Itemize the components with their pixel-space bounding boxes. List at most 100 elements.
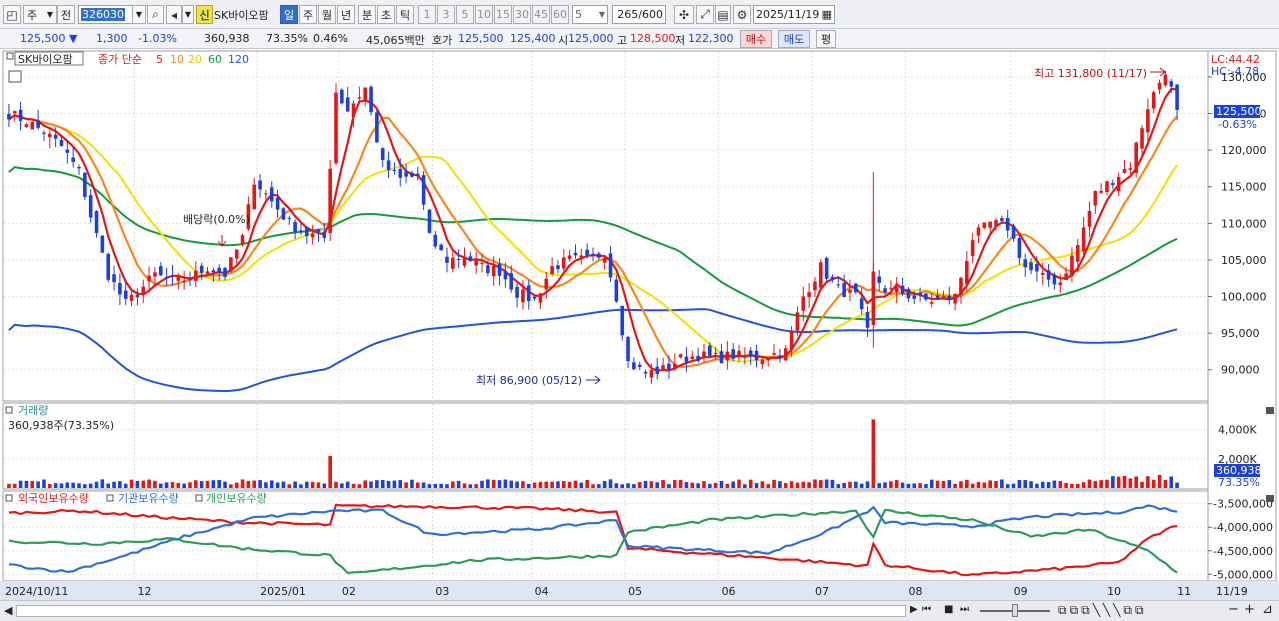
evaluate-button[interactable]: 평 [816,30,836,48]
interval-10-button[interactable]: 10 [475,5,493,24]
chevron-down-icon[interactable]: ▼ [182,5,194,24]
scroll-left-icon[interactable]: ◀ [4,604,12,617]
interval-15-button[interactable]: 15 [494,5,512,24]
calc-icon[interactable] [8,70,22,83]
gear-icon[interactable]: ⚙ [733,5,751,24]
interval-45-button[interactable]: 45 [532,5,550,24]
volume-bar [170,482,175,488]
period-day-button[interactable]: 일 [280,5,298,24]
panel-close-icon[interactable] [1266,495,1274,502]
candle-body [398,168,403,178]
chart-scrollbar[interactable]: ◀ ▶ ⏮ ■ ⏭ ⧉⧉⧉╲╲╲⧉⧉ − + ⊿ [0,600,1279,621]
bar-count-input[interactable]: 265/600 [612,5,666,24]
volume-bar [737,479,741,488]
volume-bar [544,481,549,488]
candle-body [912,295,917,299]
interval-5-button[interactable]: 5 [456,5,474,24]
draw-tool-icon[interactable]: ⤢ [696,5,714,24]
interval-3-button[interactable]: 3 [437,5,455,24]
period-type-select[interactable]: 주 ▼ [23,5,57,24]
candle-body [141,286,146,296]
volume-bar [445,484,449,488]
legend-institution-holdings: 기관보유수량 [118,492,179,505]
fit-icon[interactable]: ⊿ [1262,602,1273,617]
candle-body [883,288,887,293]
candle-body [737,350,741,358]
zoom-slider-handle[interactable] [1012,604,1018,617]
buy-button[interactable]: 매수 [740,30,772,48]
interval-1-button[interactable]: 1 [418,5,436,24]
volume-value: 360,938 [204,32,250,45]
volume-bar [801,481,806,488]
stock-code-input[interactable]: 326030 [78,5,140,24]
volume-bar [503,479,508,488]
jump-end-icon[interactable]: ⏭ [960,604,969,615]
volume-bar [199,481,204,488]
scroll-track[interactable] [16,605,906,617]
period-second-button[interactable]: 초 [377,5,395,24]
volume-bar [807,482,811,488]
panel-close-icon[interactable] [1266,407,1274,414]
open-price: 125,000 [568,32,614,45]
volume-bar [532,482,537,488]
volume-bar [608,479,613,488]
candle-body [480,262,484,264]
candle-body [1157,82,1162,90]
search-icon[interactable]: ⌕ [147,5,164,24]
crosshair-icon[interactable]: ✣ [674,5,694,24]
chevron-down-icon[interactable]: ▼ [132,5,146,24]
candle-body [1163,74,1168,86]
candle-body [994,220,998,227]
zoom-out-icon[interactable]: − [1228,602,1239,617]
candle-body [1058,282,1063,286]
volume-bar [1070,483,1074,488]
speaker-icon[interactable]: ◂ [166,5,182,24]
candle-body [491,265,496,277]
volume-bar [77,483,81,488]
volume-bar [252,480,257,488]
volume-value-label: 360,938주(73.35%) [8,419,114,432]
price-y-tick-label: 120,000 [1221,144,1267,157]
holdings-y-tick-label: -5,000,000 [1213,568,1273,581]
interval-60-button[interactable]: 60 [551,5,569,24]
save-icon[interactable]: ▤ [715,5,731,24]
period-week-button[interactable]: 주 [299,5,317,24]
period-minute-button[interactable]: 분 [358,5,376,24]
volume-bar [1157,474,1162,488]
volume-bar [275,482,280,488]
window-menu-icon[interactable]: ◰ [3,5,21,24]
candle-body [1064,273,1068,280]
volume-bar [53,483,58,488]
volume-bar [491,479,496,488]
volume-bar [585,479,589,488]
volume-bar [1000,479,1004,488]
prev-button[interactable]: 전 [57,5,75,24]
volume-bar [965,479,969,488]
date-input[interactable]: 2025/11/19 ▦ [753,5,835,24]
volume-bar [1151,479,1156,488]
period-year-button[interactable]: 년 [337,5,355,24]
volume-bar [188,482,192,488]
candle-body [88,195,93,218]
volume-bar [123,483,128,488]
period-tick-button[interactable]: 틱 [396,5,414,24]
period-month-button[interactable]: 월 [318,5,336,24]
jump-start-icon[interactable]: ⏮ [922,604,931,615]
tool-icons[interactable]: ⧉⧉⧉╲╲╲⧉⧉ [1058,603,1147,618]
stop-icon[interactable]: ■ [944,604,953,615]
quote-bar: 125,500 ▼ 1,300 -1.03% 360,938 73.35% 0.… [0,29,1279,49]
sell-button[interactable]: 매도 [778,30,810,48]
scroll-right-icon[interactable]: ▶ [910,604,918,615]
zoom-in-icon[interactable]: + [1244,602,1255,617]
stock-chart[interactable]: 130,000125,000120,000115,000110,000105,0… [0,49,1279,600]
volume-bar [976,482,981,488]
candle-body [264,193,268,195]
price-y-tick-label: 105,000 [1221,254,1267,267]
interval-select[interactable]: 5 ▼ [572,5,608,24]
candle-body [748,350,753,357]
volume-bar [918,483,922,488]
interval-30-button[interactable]: 30 [513,5,531,24]
candle-body [205,271,210,274]
volume-bar [702,481,706,488]
volume-bar [959,481,963,488]
